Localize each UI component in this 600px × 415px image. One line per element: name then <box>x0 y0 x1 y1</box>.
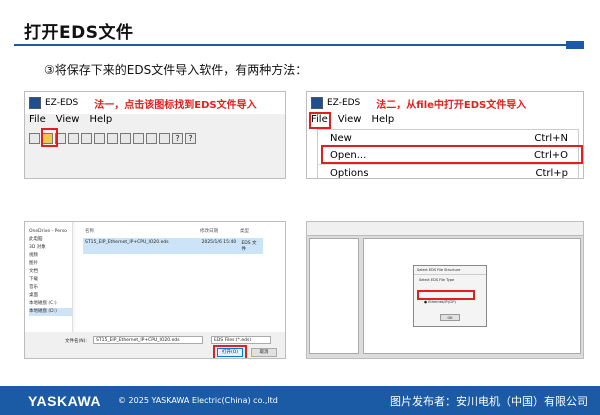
nav-item[interactable]: 3D 对象 <box>29 244 72 252</box>
menu-item-shortcut: Ctrl+N <box>534 133 568 144</box>
page-title: 打开EDS文件 <box>24 23 134 43</box>
method2-titlebar: EZ-EDS 法二，从file中打开EDS文件导入 <box>307 92 583 114</box>
file-row[interactable]: ST15_EIP_Ethernet_IP+CPU_IO20.eds 2025/1… <box>83 238 263 254</box>
copyright-text: © 2025 YASKAWA Electric(China) co.,ltd <box>118 396 278 405</box>
method1-toolbar: ? ? <box>25 130 285 146</box>
cancel-button[interactable]: 取消 <box>251 348 277 357</box>
method2-menubar: File View Help <box>307 114 583 128</box>
nav-item[interactable]: 此电脑 <box>29 236 72 244</box>
new-file-icon[interactable] <box>29 132 40 144</box>
properties-icon[interactable] <box>107 132 118 144</box>
view-icon[interactable] <box>120 132 131 144</box>
column-name[interactable]: 名称 <box>85 228 200 234</box>
file-type: EDS 文件 <box>241 241 257 252</box>
cut-icon[interactable] <box>68 132 79 144</box>
menu-item-label: New <box>330 133 352 144</box>
method2-note: 法二，从file中打开EDS文件导入 <box>376 99 527 111</box>
wizard-title: Select EDS File Structure <box>414 266 486 275</box>
nav-item[interactable]: 本地磁盘 (C:) <box>29 300 72 308</box>
wizard-prompt: Select EDS File Type <box>419 278 455 282</box>
ez-eds-app-icon <box>311 97 323 109</box>
help-icon[interactable]: ? <box>172 132 183 144</box>
nav-item[interactable]: 桌面 <box>29 292 72 300</box>
file-menu-highlight <box>309 112 331 129</box>
title-rule-end <box>566 41 584 49</box>
nav-item[interactable]: 本地磁盘 (D:) <box>29 308 72 316</box>
nav-item[interactable]: 下载 <box>29 276 72 284</box>
ok-button[interactable]: OK <box>440 314 460 321</box>
file-type-filter[interactable]: EDS Files (*.eds) <box>211 336 271 344</box>
method1-note: 法一，点击该图标找到EDS文件导入 <box>94 99 257 111</box>
ez-eds-app-icon <box>29 97 41 109</box>
open-item-highlight <box>321 145 583 164</box>
footer: YASKAWA © 2025 YASKAWA Electric(China) c… <box>0 386 600 415</box>
app-menubar-strip <box>307 222 583 236</box>
print-icon[interactable] <box>146 132 157 144</box>
menu-item-options[interactable]: Options Ctrl+p <box>318 164 578 179</box>
preview-icon[interactable] <box>159 132 170 144</box>
subtitle: ③将保存下来的EDS文件导入软件，有两种方法： <box>44 63 308 77</box>
nav-item[interactable]: 音乐 <box>29 284 72 292</box>
menu-view[interactable]: View <box>338 114 362 128</box>
ethernet-option-highlight <box>417 290 475 300</box>
nav-item[interactable]: OneDrive - Perso <box>29 228 72 236</box>
method2-app-title: EZ-EDS <box>327 98 361 108</box>
library-icon[interactable] <box>133 132 144 144</box>
paste-icon[interactable] <box>94 132 105 144</box>
copy-icon[interactable] <box>81 132 92 144</box>
wizard-option-selected[interactable]: ● Ethernet/IP(CIP) <box>424 300 486 304</box>
open-button-highlight <box>213 345 247 358</box>
nav-item[interactable]: 图片 <box>29 260 72 268</box>
method2-screenshot: EZ-EDS 法二，从file中打开EDS文件导入 File View Help… <box>306 91 584 179</box>
dialog-file-list: 名称 修改日期 类型 ST15_EIP_Ethernet_IP+CPU_IO20… <box>75 222 285 332</box>
file-name: ST15_EIP_Ethernet_IP+CPU_IO20.eds <box>85 240 169 245</box>
open-dialog-screenshot: OneDrive - Perso 此电脑 3D 对象 视频 图片 文档 下载 音… <box>24 221 286 359</box>
title-rule <box>14 44 580 46</box>
filename-input[interactable]: ST15_EIP_Ethernet_IP+CPU_IO20.eds <box>93 336 203 344</box>
dialog-nav-pane: OneDrive - Perso 此电脑 3D 对象 视频 图片 文档 下载 音… <box>25 222 73 332</box>
yaskawa-logo: YASKAWA <box>28 393 102 409</box>
file-list-header: 名称 修改日期 类型 <box>75 222 285 234</box>
column-date[interactable]: 修改日期 <box>200 228 240 234</box>
radio-selected-icon: ● <box>424 300 428 304</box>
menu-help[interactable]: Help <box>89 114 112 128</box>
menu-file[interactable]: File <box>29 114 46 128</box>
menu-item-label: Options <box>330 167 369 179</box>
method1-screenshot: EZ-EDS 法一，点击该图标找到EDS文件导入 File View Help … <box>24 91 286 179</box>
menu-item-shortcut: Ctrl+p <box>535 167 568 179</box>
open-icon-highlight <box>41 128 58 147</box>
eds-wizard-screenshot: Select EDS File Structure Select EDS Fil… <box>306 221 584 359</box>
app-tree-pane <box>309 238 359 354</box>
publisher-credit: 图片发布者：安川电机（中国）有限公司 <box>390 395 588 408</box>
nav-item[interactable]: 文档 <box>29 268 72 276</box>
column-type[interactable]: 类型 <box>240 228 249 234</box>
filename-label: 文件名(N): <box>65 339 87 344</box>
option-label: Ethernet/IP(CIP) <box>428 300 456 304</box>
method1-menubar: File View Help <box>25 114 285 128</box>
method1-titlebar: EZ-EDS 法一，点击该图标找到EDS文件导入 <box>25 92 285 114</box>
context-help-icon[interactable]: ? <box>185 132 196 144</box>
menu-view[interactable]: View <box>56 114 80 128</box>
file-date: 2025/1/6 15:40 <box>201 240 237 245</box>
method1-app-title: EZ-EDS <box>45 98 79 108</box>
nav-item[interactable]: 视频 <box>29 252 72 260</box>
menu-help[interactable]: Help <box>371 114 394 128</box>
